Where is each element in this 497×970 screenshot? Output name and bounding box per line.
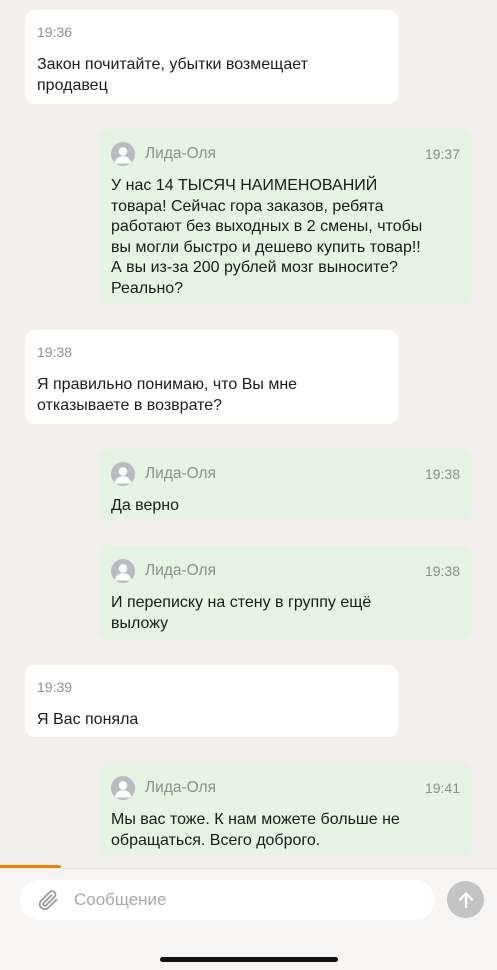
sender-name[interactable]: Лида-Оля: [145, 465, 425, 483]
user-avatar-icon: [115, 147, 131, 164]
message-time: 19:39: [37, 679, 73, 695]
message-text: У нас 14 ТЫСЯЧ НАИМЕНОВАНИЙ товара! Сейч…: [111, 177, 423, 297]
message-time: 19:38: [424, 466, 460, 482]
message-header: Лида-Оля 19:38: [111, 558, 460, 584]
incoming-message[interactable]: 19:38 Я правильно понимаю, что Вы мне от…: [25, 330, 398, 424]
message-input-box[interactable]: [20, 880, 435, 920]
incoming-message[interactable]: 19:39 Я Вас поняла: [25, 665, 398, 737]
message-time: 19:38: [37, 344, 73, 360]
sender-name[interactable]: Лида-Оля: [145, 145, 425, 163]
user-avatar-icon: [115, 564, 131, 581]
arrow-up-icon: [458, 891, 473, 908]
user-avatar-icon: [115, 467, 131, 484]
message-composer: [0, 868, 497, 970]
paperclip-icon[interactable]: [36, 888, 60, 912]
home-indicator: [160, 957, 338, 962]
message-text: Закон почитайте, убытки возмещает продав…: [37, 56, 308, 94]
outgoing-message[interactable]: Лида-Оля 19:38 И переписку на стену в гр…: [99, 546, 472, 640]
message-header: Лида-Оля 19:38: [111, 461, 460, 487]
outgoing-message[interactable]: Лида-Оля 19:38 Да верно: [99, 449, 472, 521]
avatar[interactable]: [111, 559, 135, 583]
avatar[interactable]: [111, 776, 135, 800]
message-header: Лида-Оля 19:37: [111, 141, 460, 167]
incoming-message[interactable]: 19:36 Закон почитайте, убытки возмещает …: [25, 10, 398, 104]
outgoing-message[interactable]: Лида-Оля 19:37 У нас 14 ТЫСЯЧ НАИМЕНОВАН…: [99, 129, 472, 305]
sender-name[interactable]: Лида-Оля: [145, 562, 425, 580]
message-text: Мы вас тоже. К нам можете больше не обра…: [111, 811, 400, 849]
message-time: 19:38: [424, 563, 460, 579]
outgoing-message[interactable]: Лида-Оля 19:41 Мы вас тоже. К нам можете…: [99, 763, 472, 857]
message-time: 19:36: [37, 24, 73, 40]
user-avatar-icon: [115, 781, 131, 798]
message-text: И переписку на стену в группу ещё выложу: [111, 594, 372, 632]
message-time: 19:37: [424, 146, 460, 162]
chat-message-list[interactable]: 19:36 Закон почитайте, убытки возмещает …: [0, 0, 497, 866]
message-text: Да верно: [111, 497, 180, 514]
message-header: Лида-Оля 19:41: [111, 775, 460, 801]
message-input[interactable]: [74, 890, 435, 910]
message-text: Я Вас поняла: [37, 711, 139, 728]
sender-name[interactable]: Лида-Оля: [145, 779, 425, 797]
avatar[interactable]: [111, 462, 135, 486]
message-text: Я правильно понимаю, что Вы мне отказыва…: [37, 376, 298, 414]
avatar[interactable]: [111, 142, 135, 166]
send-button[interactable]: [447, 881, 484, 918]
message-time: 19:41: [424, 780, 460, 796]
